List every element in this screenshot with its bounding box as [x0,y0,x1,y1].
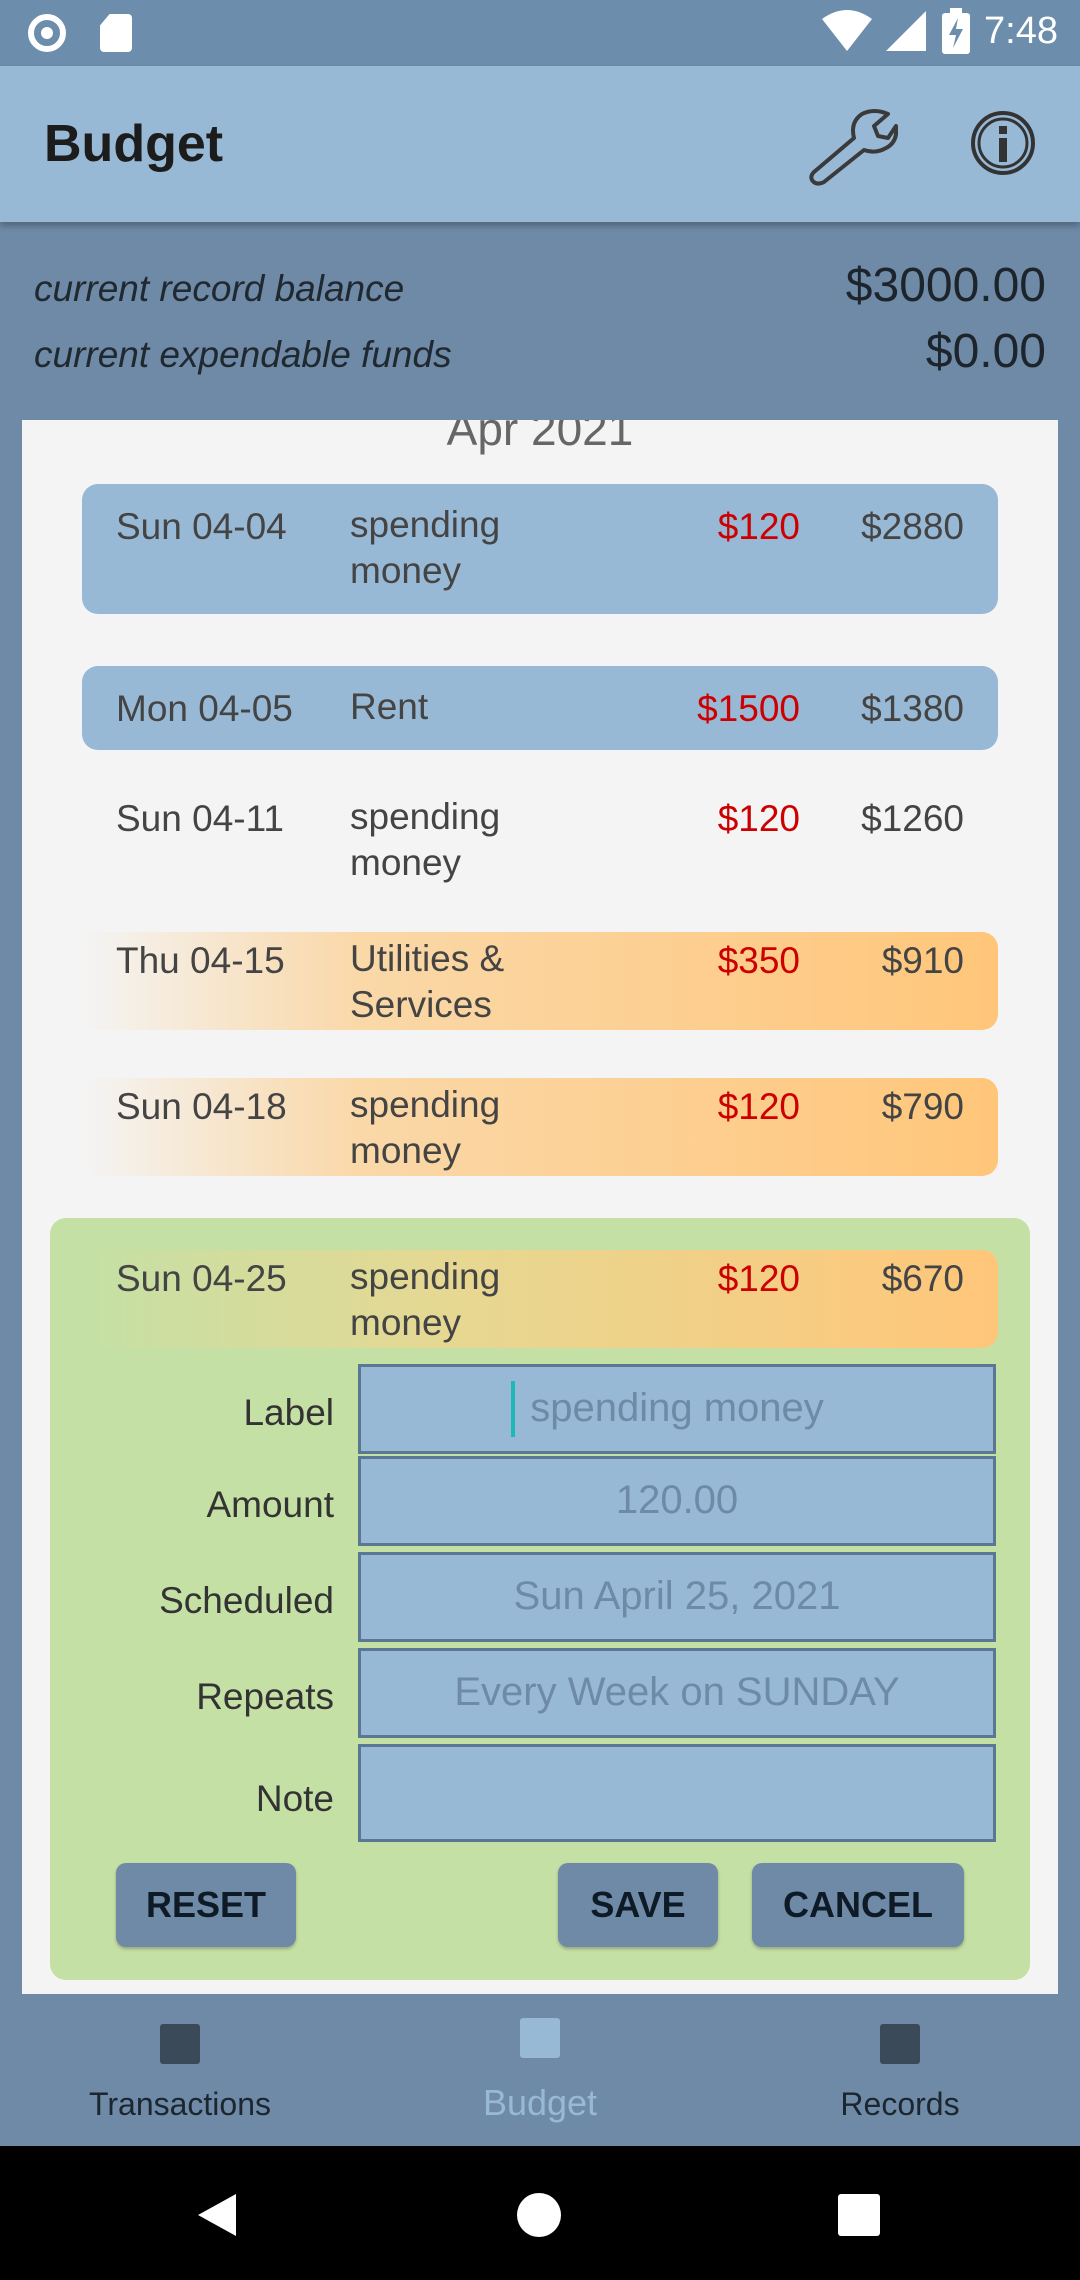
month-header: Apr 2021 [446,420,634,455]
nav-transactions[interactable]: Transactions [0,1994,360,2146]
bottom-nav: Transactions Budget Records [0,1994,1080,2146]
item-label: spending money [350,1084,501,1171]
wifi-icon [822,10,873,51]
app-bar: Budget [0,66,1080,222]
list-item[interactable]: Mon 04-05 Rent $1500 $1380 [82,666,998,750]
amount-input-value: 120.00 [615,1478,739,1522]
list-item[interactable]: Thu 04-15 Utilities & Services $350 $910 [82,932,998,1030]
item-label: Rent [350,686,429,727]
recents-icon[interactable] [838,2194,880,2236]
item-amount: $120 [717,798,800,839]
record-balance-label: current record balance [34,268,405,309]
nav-label: Transactions [89,2086,271,2122]
settings-button[interactable] [806,106,899,186]
item-date: Sun 04-18 [116,1086,287,1127]
item-label: spending money [350,1256,501,1343]
nav-label: Records [840,2086,960,2122]
reset-button[interactable]: RESET [116,1863,296,1947]
item-label: spending money [350,796,501,883]
page-title: Budget [44,115,224,173]
scheduled-picker[interactable]: Sun April 25, 2021 [358,1552,996,1642]
list-item-selected[interactable]: Sun 04-25 spending money $120 $670 [82,1250,998,1348]
item-amount: $1500 [697,688,800,729]
record-balance-value: $3000.00 [845,259,1046,312]
save-button[interactable]: SAVE [558,1863,718,1947]
item-date: Thu 04-15 [116,940,285,981]
repeats-value: Every Week on SUNDAY [454,1670,900,1714]
label-input[interactable]: spending money [358,1364,996,1454]
budget-list[interactable]: Apr 2021 Sun 04-04 spending money $120 $… [22,420,1058,1994]
item-balance: $2880 [861,506,964,547]
label-input-value: spending money [530,1386,824,1430]
system-nav-bar [0,2146,1080,2280]
item-amount: $350 [717,940,800,981]
nav-label: Budget [482,2082,598,2123]
note-input[interactable] [358,1744,996,1842]
battery-icon [942,8,971,54]
scheduled-value: Sun April 25, 2021 [513,1574,841,1618]
balance-summary: current record balance $3000.00 current … [0,222,1080,420]
item-date: Sun 04-25 [116,1258,287,1299]
repeats-field-label: Repeats [196,1676,334,1717]
amount-input[interactable]: 120.00 [358,1456,996,1546]
note-field-label: Note [255,1778,334,1819]
item-balance: $670 [881,1258,964,1299]
sd-card-icon [100,14,132,52]
record-icon [28,14,66,52]
item-amount: $120 [717,1086,800,1127]
repeats-picker[interactable]: Every Week on SUNDAY [358,1648,996,1738]
signal-icon [886,11,927,51]
item-label: spending money [350,504,501,591]
wrench-icon [809,109,899,186]
nav-budget[interactable]: Budget [360,1994,720,2146]
cancel-button[interactable]: CANCEL [752,1863,964,1947]
expendable-funds-value: $0.00 [925,325,1046,378]
status-time: 7:48 [984,9,1058,52]
item-amount: $120 [717,1258,800,1299]
item-balance: $790 [881,1086,964,1127]
text-caret [511,1381,515,1437]
nav-records[interactable]: Records [720,1994,1080,2146]
list-item[interactable]: Sun 04-11 spending money $120 $1260 [82,776,998,886]
info-icon [971,111,1035,175]
item-balance: $1380 [861,688,964,729]
info-button[interactable] [968,108,1038,178]
records-icon [880,2024,920,2064]
status-bar: 7:48 [0,0,1080,66]
amount-field-label: Amount [206,1484,334,1525]
scheduled-field-label: Scheduled [159,1580,334,1621]
list-item[interactable]: Sun 04-18 spending money $120 $790 [82,1078,998,1176]
list-item[interactable]: Sun 04-04 spending money $120 $2880 [82,484,998,614]
item-date: Sun 04-11 [116,798,284,839]
item-amount: $120 [717,506,800,547]
transactions-icon [160,2024,200,2064]
budget-icon [520,2018,560,2058]
back-icon[interactable] [196,2192,240,2238]
expendable-funds-label: current expendable funds [34,334,452,375]
label-field-label: Label [243,1392,334,1433]
home-icon[interactable] [516,2192,562,2238]
item-label: Utilities & Services [350,938,505,1025]
edit-panel: Sun 04-25 spending money $120 $670 Label… [50,1218,1030,1980]
item-date: Mon 04-05 [116,688,293,729]
item-balance: $1260 [861,798,964,839]
item-date: Sun 04-04 [116,506,287,547]
item-balance: $910 [881,940,964,981]
